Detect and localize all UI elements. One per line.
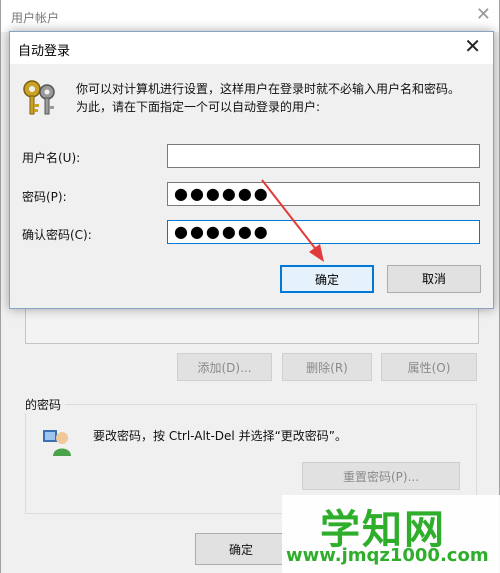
user-icon <box>43 430 71 456</box>
watermark-url: www.jmqz1000.com <box>286 545 489 566</box>
username-label: 用户名(U): <box>22 151 81 165</box>
add-user-button[interactable]: 添加(D)... <box>177 353 272 381</box>
password-group-title: 的密码 <box>21 396 66 413</box>
confirm-password-field[interactable]: ●●●●●● <box>167 220 480 244</box>
confirm-password-label: 确认密码(C): <box>22 228 92 242</box>
password-label: 密码(P): <box>22 190 67 204</box>
cancel-button[interactable]: 取消 <box>387 265 481 293</box>
user-accounts-title: 用户帐户 <box>11 11 60 25</box>
remove-user-button[interactable]: 删除(R) <box>282 353 372 381</box>
dialog-titlebar: 自动登录 ✕ <box>10 32 493 64</box>
dialog-title: 自动登录 <box>18 44 71 59</box>
user-accounts-titlebar: 用户帐户 ✕ <box>1 0 499 32</box>
password-field[interactable]: ●●●●●● <box>167 182 480 206</box>
watermark: 学知网 www.jmqz1000.com <box>282 495 500 573</box>
auto-logon-dialog: 自动登录 ✕ 你可以对计算机进行设置，这样用户在登录时就不必输入用户名和密码。 … <box>9 31 494 309</box>
user-accounts-ok-button[interactable]: 确定 <box>195 533 287 565</box>
change-password-hint: 要改密码，按 Ctrl-Alt-Del 并选择“更改密码”。 <box>93 429 348 443</box>
ok-button[interactable]: 确定 <box>280 265 374 293</box>
description-line-1: 你可以对计算机进行设置，这样用户在登录时就不必输入用户名和密码。 <box>76 82 461 96</box>
keys-icon <box>23 80 55 115</box>
properties-button[interactable]: 属性(O) <box>381 353 477 381</box>
description-line-2: 为此，请在下面指定一个可以自动登录的用户: <box>76 100 321 114</box>
dialog-description: 你可以对计算机进行设置，这样用户在登录时就不必输入用户名和密码。 为此，请在下面… <box>76 80 476 116</box>
reset-password-button[interactable]: 重置密码(P)... <box>302 462 460 490</box>
close-icon[interactable]: ✕ <box>476 4 491 25</box>
close-icon[interactable]: ✕ <box>464 36 481 56</box>
username-field[interactable] <box>167 144 480 168</box>
